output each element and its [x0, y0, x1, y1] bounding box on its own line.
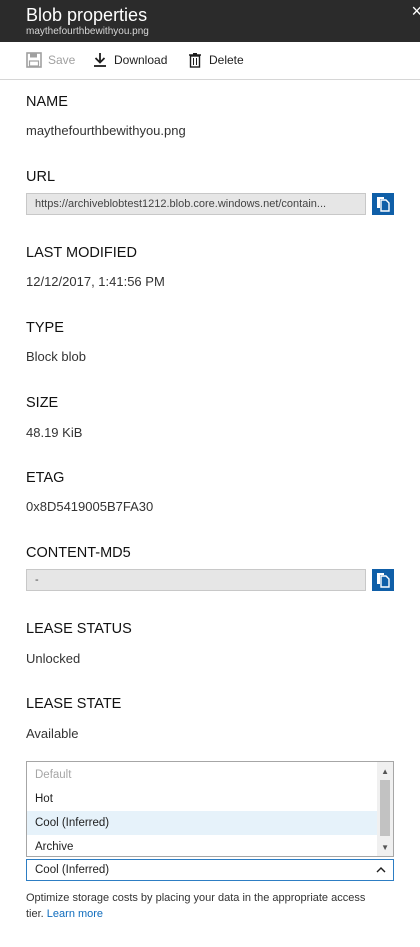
- save-icon: [26, 52, 42, 68]
- blade-header: Blob properties maythefourthbewithyou.pn…: [0, 0, 420, 42]
- access-tier-help: Optimize storage costs by placing your d…: [26, 890, 376, 922]
- copy-url-button[interactable]: [372, 193, 394, 215]
- size-value: 48.19 KiB: [26, 425, 83, 440]
- download-button[interactable]: Download: [92, 52, 167, 68]
- etag-label: ETAG: [26, 470, 65, 486]
- content-md5-label: CONTENT-MD5: [26, 545, 131, 561]
- lease-state-value: Available: [26, 726, 79, 741]
- scroll-down-arrow-icon[interactable]: ▼: [381, 843, 389, 852]
- access-tier-selected-value: Cool (Inferred): [35, 864, 110, 876]
- url-field[interactable]: https://archiveblobtest1212.blob.core.wi…: [26, 193, 366, 215]
- delete-button[interactable]: Delete: [187, 52, 244, 68]
- copy-icon: [377, 573, 390, 588]
- option-archive[interactable]: Archive: [27, 835, 377, 859]
- access-tier-select[interactable]: Cool (Inferred): [26, 859, 394, 881]
- etag-value: 0x8D5419005B7FA30: [26, 499, 154, 514]
- option-default: Default: [35, 769, 72, 781]
- scrollbar-thumb[interactable]: [380, 780, 390, 836]
- copy-icon: [377, 197, 390, 212]
- type-value: Block blob: [26, 349, 86, 364]
- scroll-up-arrow-icon[interactable]: ▲: [381, 767, 389, 776]
- last-modified-value: 12/12/2017, 1:41:56 PM: [26, 274, 165, 289]
- chevron-up-icon: [376, 867, 386, 873]
- learn-more-link[interactable]: Learn more: [47, 908, 103, 920]
- delete-icon: [189, 53, 201, 68]
- close-icon[interactable]: ×: [411, 0, 420, 22]
- copy-md5-button[interactable]: [372, 569, 394, 591]
- download-icon: [94, 53, 106, 67]
- save-label: Save: [48, 53, 76, 67]
- last-modified-label: LAST MODIFIED: [26, 245, 137, 261]
- option-hot[interactable]: Hot: [27, 787, 377, 811]
- type-label: TYPE: [26, 320, 64, 336]
- listbox-scrollbar[interactable]: ▲ ▼: [377, 762, 393, 856]
- blade-title: Blob properties: [26, 5, 148, 25]
- toolbar: Save Download Delete: [0, 42, 420, 80]
- blade-subtitle: maythefourthbewithyou.png: [26, 26, 149, 37]
- lease-state-label: LEASE STATE: [26, 696, 122, 712]
- lease-status-value: Unlocked: [26, 651, 81, 666]
- url-label: URL: [26, 169, 56, 185]
- access-tier-listbox[interactable]: Default Hot Cool (Inferred) Archive ▲ ▼: [26, 761, 394, 857]
- save-button[interactable]: Save: [26, 52, 75, 68]
- lease-status-label: LEASE STATUS: [26, 621, 132, 637]
- name-label: NAME: [26, 94, 68, 110]
- delete-label: Delete: [209, 53, 244, 67]
- name-value: maythefourthbewithyou.png: [26, 123, 186, 138]
- option-cool-inferred[interactable]: Cool (Inferred): [27, 811, 377, 835]
- content-md5-field[interactable]: -: [26, 569, 366, 591]
- size-label: SIZE: [26, 395, 59, 411]
- download-label: Download: [114, 53, 168, 67]
